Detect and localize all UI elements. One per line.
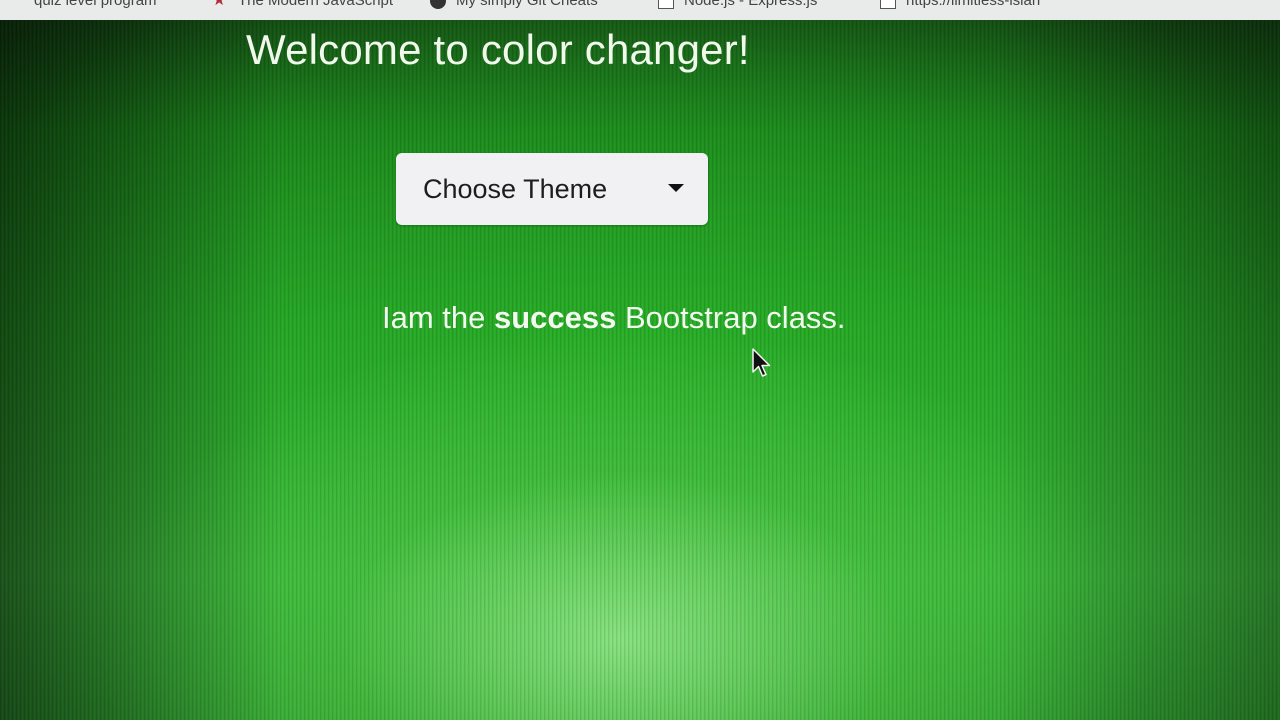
bookmark-label: quiz level program (34, 0, 157, 9)
success-theme-background (0, 0, 1280, 720)
page-icon (880, 0, 896, 9)
bookmark-label: https://limitless-islan (906, 0, 1041, 9)
bookmark-item[interactable]: https://limitless-islan (880, 0, 1040, 11)
bookmark-label: The Modern JavaScript (238, 0, 394, 9)
github-icon (430, 0, 446, 9)
bookmark-label: Node.js - Express.js (684, 0, 818, 9)
choose-theme-dropdown[interactable]: Choose Theme (396, 153, 708, 225)
bookmark-item[interactable]: quiz level program (8, 0, 157, 11)
page-title: Welcome to color changer! (246, 26, 750, 73)
bookmark-item[interactable]: Node.js - Express.js (658, 0, 817, 11)
bookmarks-bar: quiz level program ★ The Modern JavaScri… (0, 0, 1280, 20)
caret-down-icon (668, 184, 684, 192)
bookmark-item[interactable]: ★ The Modern JavaScript (212, 0, 393, 11)
bookmark-star-icon: ★ (212, 0, 227, 9)
page-icon (8, 0, 24, 9)
theme-name: success (494, 300, 617, 335)
theme-message: Iam the success Bootstrap class. (382, 300, 846, 336)
bookmark-label: My simply Git Cheats (456, 0, 598, 9)
message-prefix: Iam the (382, 300, 494, 335)
bookmark-item[interactable]: My simply Git Cheats (430, 0, 598, 11)
message-suffix: Bootstrap class. (616, 300, 846, 335)
dropdown-label: Choose Theme (423, 173, 608, 204)
mouse-pointer-icon (752, 348, 771, 377)
document-icon (658, 0, 674, 9)
